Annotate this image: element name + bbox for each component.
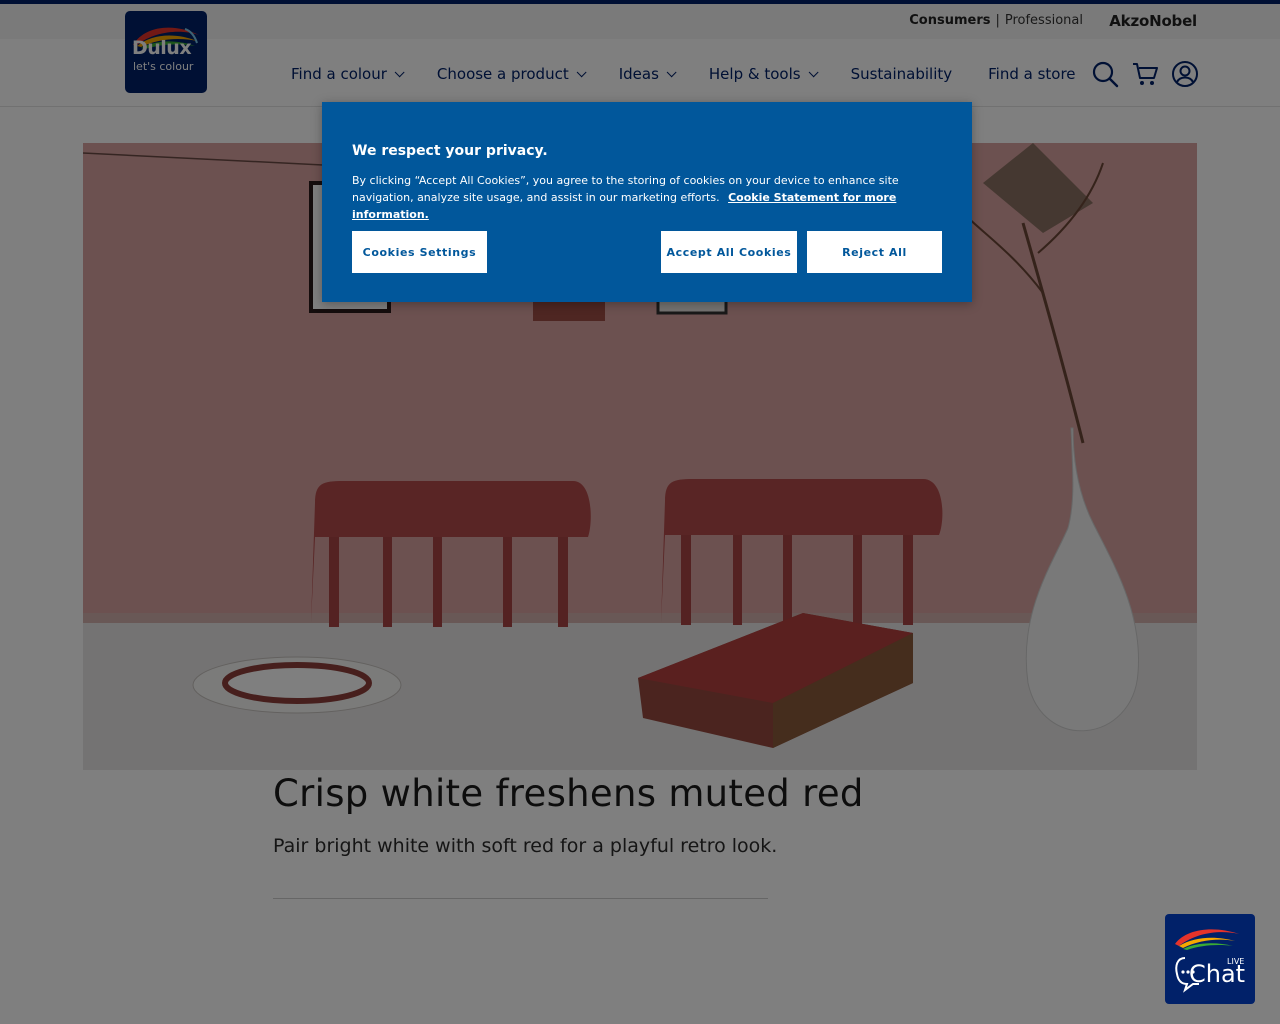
reject-all-button[interactable]: Reject All xyxy=(807,231,942,273)
cookies-settings-button[interactable]: Cookies Settings xyxy=(352,231,487,273)
cookie-banner-text: By clicking “Accept All Cookies”, you ag… xyxy=(352,172,952,223)
cookie-banner-title: We respect your privacy. xyxy=(352,143,548,159)
chat-label: Chat xyxy=(1189,960,1245,988)
live-chat-button[interactable]: LIVE Chat xyxy=(1165,914,1255,1004)
accept-all-cookies-button[interactable]: Accept All Cookies xyxy=(661,231,797,273)
cookie-consent-banner: We respect your privacy. By clicking “Ac… xyxy=(322,102,972,302)
live-chat-icon: LIVE Chat xyxy=(1175,929,1245,993)
